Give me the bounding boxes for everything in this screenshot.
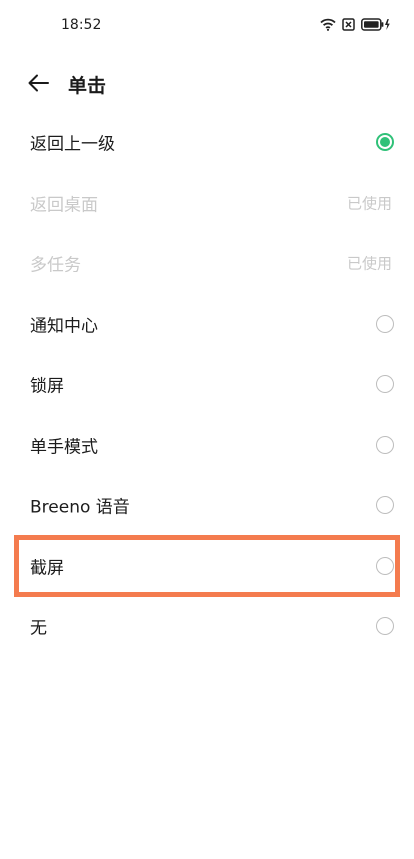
used-note: 已使用 <box>346 194 392 213</box>
radio-selected-icon[interactable] <box>376 133 394 152</box>
radio-icon[interactable] <box>376 375 394 394</box>
option-one-hand-mode[interactable]: 单手模式 <box>0 415 414 476</box>
radio-icon[interactable] <box>376 617 394 636</box>
used-note: 已使用 <box>346 254 392 273</box>
option-label: 锁屏 <box>30 376 64 397</box>
status-time: 18:52 <box>61 17 102 33</box>
option-label: 返回桌面 <box>30 195 98 216</box>
app-bar: 单击 <box>0 60 414 106</box>
option-multitask: 多任务 已使用 <box>0 233 414 294</box>
page-title: 单击 <box>68 75 107 97</box>
option-breeno-voice[interactable]: Breeno 语音 <box>0 475 414 536</box>
option-label: 无 <box>30 618 47 639</box>
option-label: 单手模式 <box>30 437 98 458</box>
radio-icon[interactable] <box>376 314 394 333</box>
highlight-box <box>14 535 400 597</box>
option-lock-screen[interactable]: 锁屏 <box>0 354 414 415</box>
battery-charging-icon <box>361 16 391 35</box>
option-home: 返回桌面 已使用 <box>0 173 414 234</box>
option-label: 多任务 <box>30 255 81 276</box>
status-icons <box>320 17 397 33</box>
option-none[interactable]: 无 <box>0 596 414 657</box>
option-label: 通知中心 <box>30 316 98 337</box>
option-label: Breeno 语音 <box>30 497 130 518</box>
wifi-icon <box>320 16 336 35</box>
option-notification-center[interactable]: 通知中心 <box>0 294 414 355</box>
radio-icon[interactable] <box>376 435 394 454</box>
no-sim-icon <box>342 16 355 35</box>
option-back[interactable]: 返回上一级 <box>0 112 414 173</box>
status-bar: 18:52 <box>0 0 414 52</box>
back-arrow-icon[interactable] <box>26 71 52 95</box>
option-label: 返回上一级 <box>30 134 115 155</box>
radio-icon[interactable] <box>376 496 394 515</box>
